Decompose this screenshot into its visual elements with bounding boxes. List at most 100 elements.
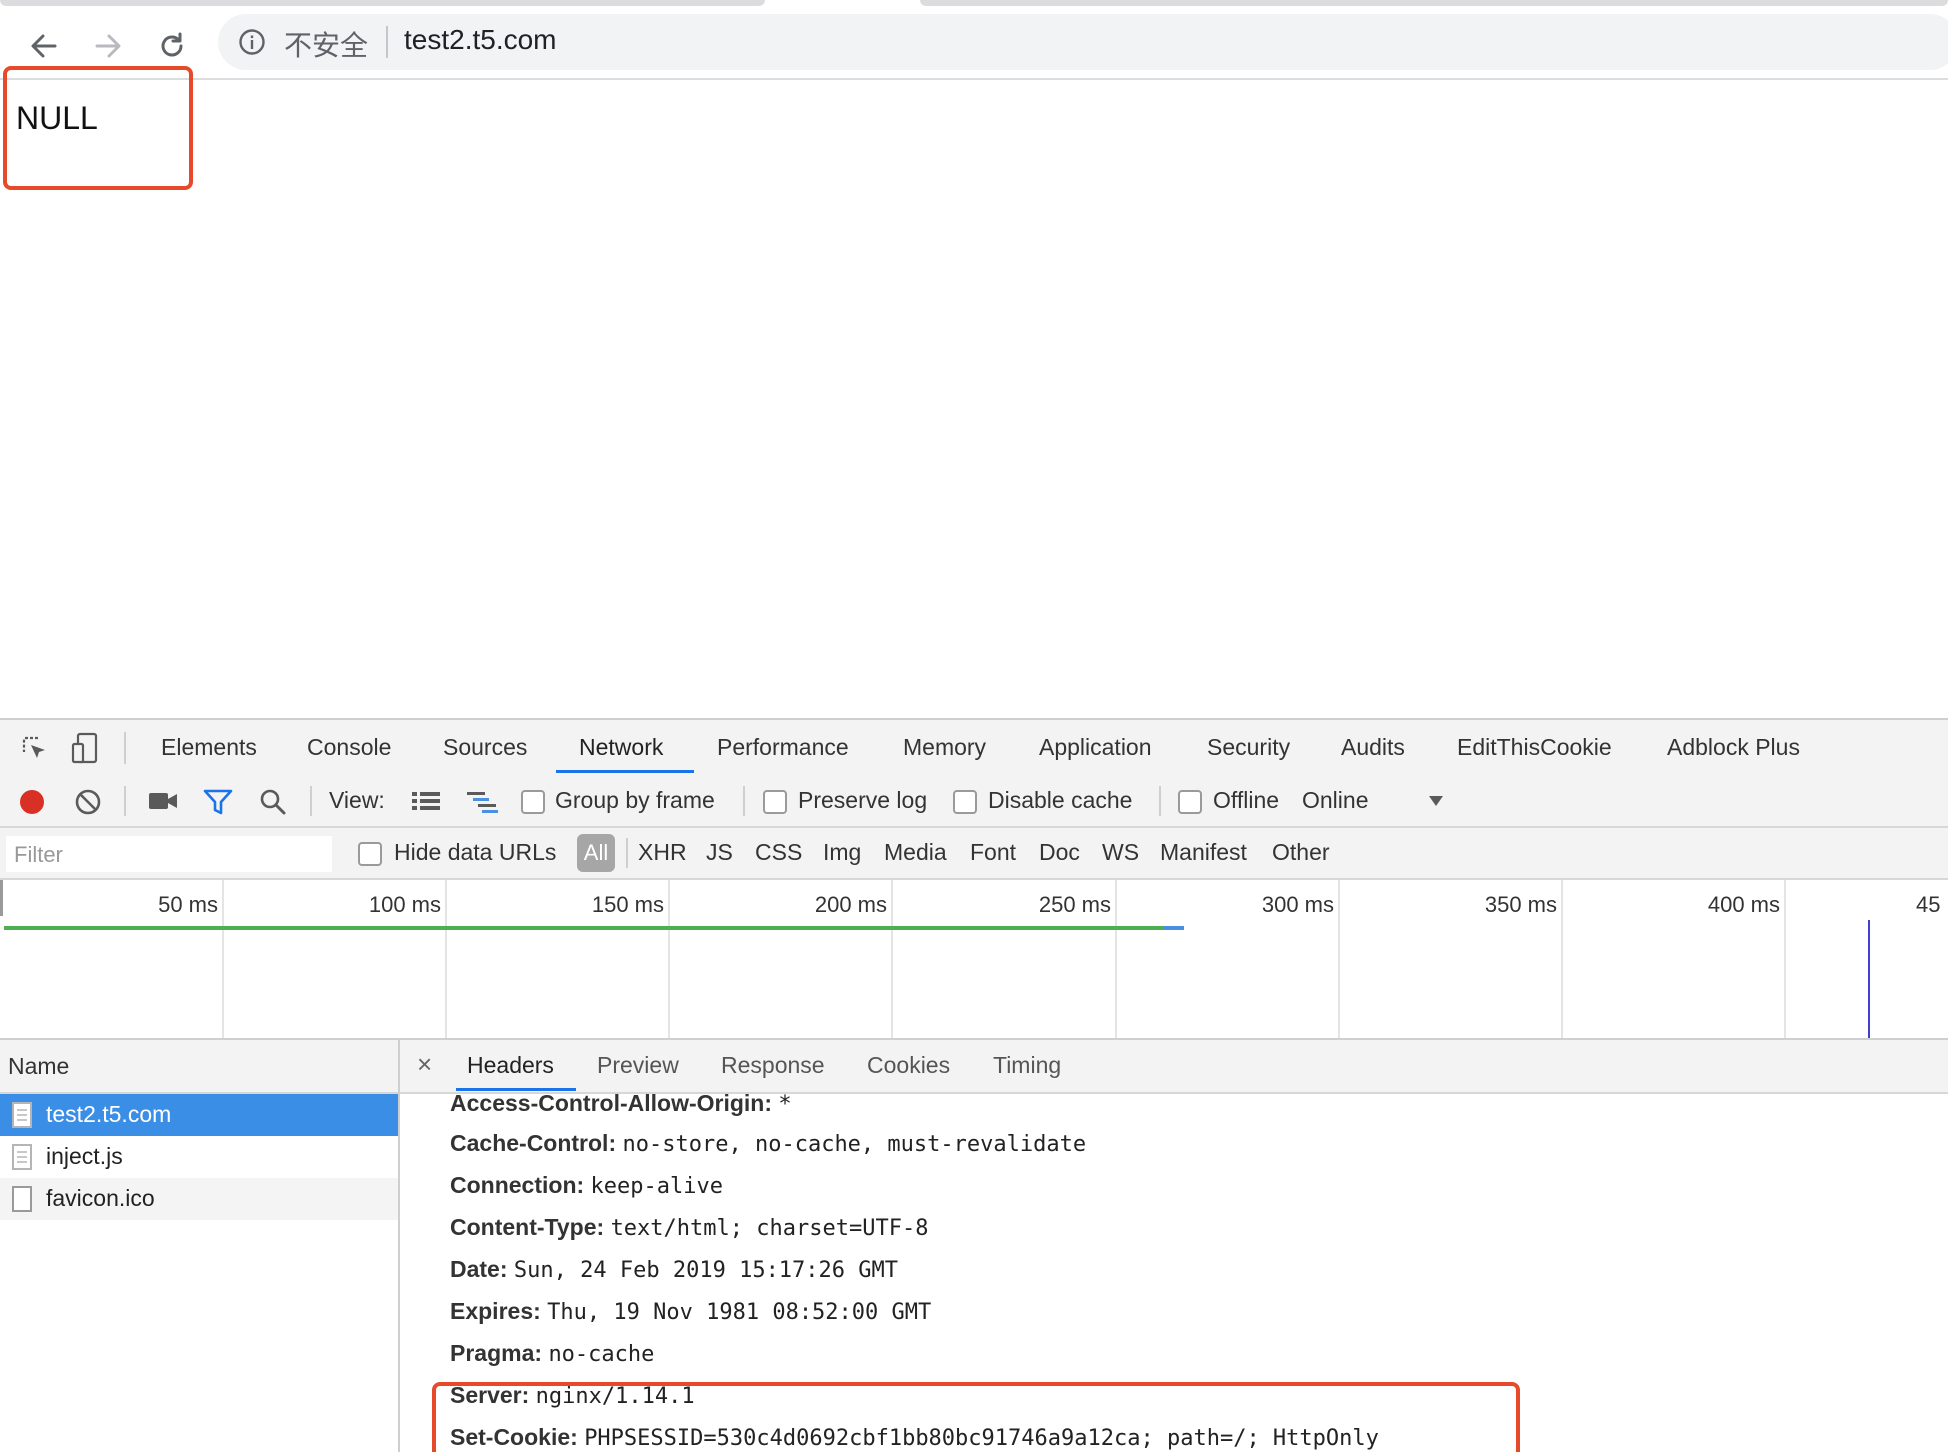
toolbar-divider [124, 786, 126, 816]
timeline-tick-label: 45 [1916, 892, 1941, 917]
filter-type-css[interactable]: CSS [755, 839, 802, 866]
column-name-header[interactable]: Name [8, 1053, 69, 1080]
tab-application[interactable]: Application [1039, 734, 1152, 761]
response-header-row: Expires: Thu, 19 Nov 1981 08:52:00 GMT [450, 1298, 931, 1325]
toolbar-divider [626, 838, 628, 868]
response-header-row: Cache-Control: no-store, no-cache, must-… [450, 1130, 1086, 1157]
filter-type-img[interactable]: Img [823, 839, 861, 866]
request-list: Name test2.t5.com inject.js favicon.ico [0, 1040, 400, 1452]
address-bar[interactable]: 不安全 test2.t5.com [218, 14, 1948, 70]
tab-editthiscookie[interactable]: EditThisCookie [1457, 734, 1612, 761]
detail-tab-bar: × Headers Preview Response Cookies Timin… [400, 1040, 1948, 1094]
overview-handle[interactable] [0, 880, 3, 916]
forward-button[interactable] [84, 22, 132, 70]
network-overview[interactable]: 50 ms 100 ms 150 ms 200 ms 250 ms 300 ms… [0, 880, 1948, 1040]
timeline-gridline [1115, 880, 1117, 1038]
tab-timing[interactable]: Timing [993, 1052, 1061, 1079]
load-event-marker [1868, 920, 1870, 1038]
filter-type-font[interactable]: Font [970, 839, 1016, 866]
offline-checkbox[interactable] [1178, 790, 1202, 814]
toolbar-divider [1159, 786, 1161, 816]
tab-elements[interactable]: Elements [161, 734, 257, 761]
camera-icon[interactable] [148, 790, 178, 812]
filter-type-all[interactable]: All [577, 834, 615, 872]
header-value: keep-alive [590, 1174, 723, 1199]
record-icon[interactable] [18, 788, 46, 816]
header-key: Content-Type: [450, 1214, 605, 1240]
back-button[interactable] [20, 22, 68, 70]
inspect-element-icon[interactable] [20, 734, 50, 764]
request-name: favicon.ico [46, 1185, 155, 1211]
request-name: test2.t5.com [46, 1101, 172, 1127]
preserve-log-checkbox[interactable] [763, 790, 787, 814]
annotation-box [432, 1382, 1520, 1452]
group-by-frame-checkbox[interactable] [521, 790, 545, 814]
header-value: * [778, 1092, 792, 1117]
tab-audits[interactable]: Audits [1341, 734, 1405, 761]
tab-performance[interactable]: Performance [717, 734, 849, 761]
search-icon[interactable] [259, 788, 287, 816]
response-header-row: Access-Control-Allow-Origin: * [450, 1090, 792, 1117]
clear-icon[interactable] [74, 788, 102, 816]
reload-button[interactable] [148, 22, 196, 70]
url-text[interactable]: test2.t5.com [404, 24, 557, 56]
document-file-icon [12, 1102, 32, 1128]
tab-sources[interactable]: Sources [443, 734, 527, 761]
filter-bar: Filter Hide data URLs All XHR JS CSS Img… [0, 828, 1948, 880]
filter-type-media[interactable]: Media [884, 839, 947, 866]
request-row-inject[interactable]: inject.js [0, 1136, 398, 1178]
tab-strip-segment [0, 0, 765, 6]
header-key: Access-Control-Allow-Origin: [450, 1090, 773, 1116]
tab-security[interactable]: Security [1207, 734, 1290, 761]
request-bar-waiting [1164, 926, 1184, 930]
tab-strip [0, 0, 1948, 12]
tab-memory[interactable]: Memory [903, 734, 986, 761]
timeline-gridline [445, 880, 447, 1038]
info-icon[interactable] [238, 28, 266, 56]
filter-icon[interactable] [203, 788, 233, 816]
timeline-tick-label: 400 ms [1707, 892, 1780, 917]
header-key: Pragma: [450, 1340, 543, 1366]
filter-placeholder: Filter [14, 842, 63, 867]
tab-adblock-plus[interactable]: Adblock Plus [1667, 734, 1800, 761]
request-name: inject.js [46, 1143, 123, 1169]
disable-cache-checkbox[interactable] [953, 790, 977, 814]
timeline-tick-label: 150 ms [591, 892, 664, 917]
filter-input[interactable]: Filter [6, 836, 332, 872]
toolbar-divider [124, 732, 126, 764]
timeline-tick-label: 100 ms [368, 892, 441, 917]
security-label: 不安全 [284, 30, 369, 61]
tab-strip-segment [920, 0, 1948, 6]
tab-preview[interactable]: Preview [597, 1052, 679, 1079]
filter-type-doc[interactable]: Doc [1039, 839, 1080, 866]
close-detail-button[interactable]: × [417, 1049, 432, 1080]
header-value: no-cache [548, 1342, 655, 1367]
header-key: Cache-Control: [450, 1130, 617, 1156]
hide-data-urls-checkbox[interactable] [358, 842, 382, 866]
waterfall-overview-icon[interactable] [466, 790, 500, 814]
filter-type-manifest[interactable]: Manifest [1160, 839, 1247, 866]
tab-network[interactable]: Network [579, 734, 663, 761]
timeline-gridline [1338, 880, 1340, 1038]
filter-type-ws[interactable]: WS [1102, 839, 1139, 866]
filter-type-js[interactable]: JS [706, 839, 733, 866]
throttling-select[interactable]: Online [1302, 780, 1452, 822]
filter-type-xhr[interactable]: XHR [638, 839, 687, 866]
group-by-frame-label: Group by frame [555, 787, 715, 813]
arrow-right-icon [95, 34, 121, 58]
large-rows-icon[interactable] [411, 790, 441, 812]
filter-type-other[interactable]: Other [1272, 839, 1330, 866]
browser-toolbar: 不安全 test2.t5.com [0, 12, 1948, 80]
request-list-header[interactable]: Name [0, 1040, 398, 1094]
request-row-favicon[interactable]: favicon.ico [0, 1178, 398, 1220]
tab-console[interactable]: Console [307, 734, 391, 761]
timeline-gridline [891, 880, 893, 1038]
preserve-log-label: Preserve log [798, 787, 928, 813]
tab-response[interactable]: Response [721, 1052, 825, 1079]
device-toolbar-icon[interactable] [70, 732, 100, 764]
tab-cookies[interactable]: Cookies [867, 1052, 950, 1079]
tab-headers[interactable]: Headers [467, 1052, 554, 1079]
request-row-test2[interactable]: test2.t5.com [0, 1094, 398, 1136]
script-file-icon [12, 1144, 32, 1170]
header-value: no-store, no-cache, must-revalidate [622, 1132, 1087, 1157]
